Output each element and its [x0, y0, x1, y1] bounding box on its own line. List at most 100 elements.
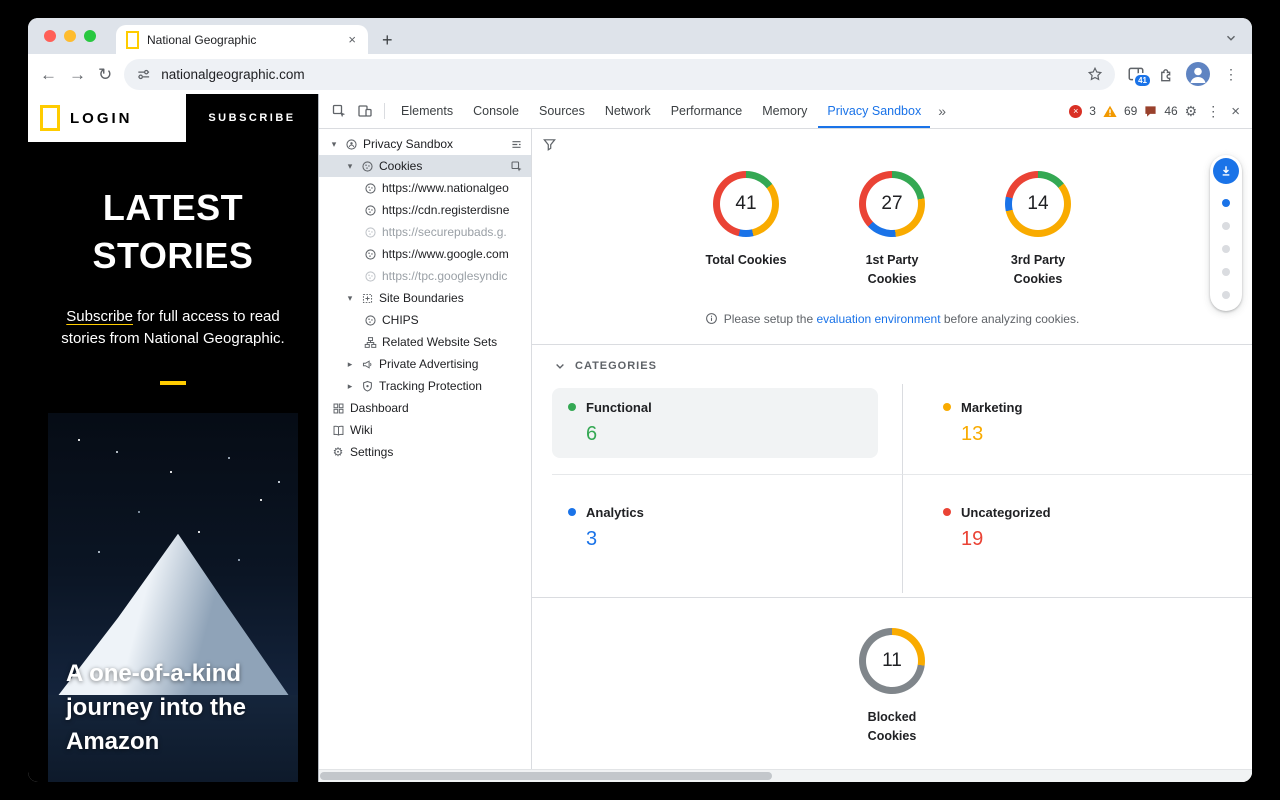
tree-item-settings[interactable]: ⚙ Settings — [319, 441, 531, 463]
category-count: 19 — [961, 528, 1212, 551]
tree-item-tracking-protection[interactable]: ▸ Tracking Protection — [319, 375, 531, 397]
nav-dot[interactable] — [1222, 222, 1230, 230]
dashboard-grid-icon — [331, 401, 345, 415]
tree-item-origin-google[interactable]: https://www.google.com — [319, 243, 531, 265]
tree-item-dashboard[interactable]: Dashboard — [319, 397, 531, 419]
nav-dot-active[interactable] — [1222, 199, 1230, 207]
caret-down-icon[interactable]: ▾ — [345, 293, 355, 304]
side-panel-icon[interactable]: 41 — [1127, 65, 1145, 83]
devtools-status-group: × 3 69 46 ⚙ ⋮ × — [1069, 103, 1244, 120]
related-website-sets-icon — [363, 335, 377, 349]
hero-caption: A one-of-a-kind journey into the Amazon — [66, 657, 246, 759]
back-icon[interactable]: ← — [40, 66, 57, 83]
category-marketing[interactable]: Marketing 13 — [927, 388, 1228, 458]
collapse-sidebar-icon[interactable] — [510, 138, 523, 151]
issue-count[interactable]: 46 — [1164, 104, 1177, 118]
devtools-close-icon[interactable]: × — [1229, 103, 1242, 120]
category-functional[interactable]: Functional 6 — [552, 388, 878, 458]
category-analytics[interactable]: Analytics 3 — [552, 493, 878, 563]
login-button[interactable]: LOGIN — [70, 110, 133, 127]
extensions-puzzle-icon[interactable] — [1157, 66, 1174, 83]
evaluation-environment-link[interactable]: evaluation environment — [816, 312, 940, 326]
tree-item-chips[interactable]: CHIPS — [319, 309, 531, 331]
natgeo-logo-icon[interactable] — [40, 105, 60, 131]
new-tab-button[interactable]: + — [382, 31, 393, 49]
warning-count[interactable]: 69 — [1124, 104, 1137, 118]
functional-dot-icon — [568, 403, 576, 411]
caret-down-icon[interactable]: ▾ — [329, 139, 339, 150]
browser-tab[interactable]: National Geographic × — [116, 25, 368, 54]
close-window-button[interactable] — [44, 30, 56, 42]
tree-item-origin-registerdisney[interactable]: https://cdn.registerdisne — [319, 199, 531, 221]
analytics-dot-icon — [568, 508, 576, 516]
tab-performance[interactable]: Performance — [662, 94, 752, 128]
cookie-icon — [363, 203, 377, 217]
nav-dot[interactable] — [1222, 268, 1230, 276]
tab-console[interactable]: Console — [464, 94, 528, 128]
reload-icon[interactable]: ↻ — [98, 66, 112, 83]
download-button[interactable] — [1213, 158, 1239, 184]
profile-avatar[interactable] — [1186, 62, 1210, 86]
tab-elements[interactable]: Elements — [392, 94, 462, 128]
tab-search-chevron-icon[interactable] — [1224, 31, 1238, 45]
tab-privacy-sandbox[interactable]: Privacy Sandbox — [818, 94, 930, 128]
tree-item-site-boundaries[interactable]: ▾ Site Boundaries — [319, 287, 531, 309]
bookmark-star-icon[interactable] — [1087, 66, 1103, 82]
tab-network[interactable]: Network — [596, 94, 660, 128]
tree-item-cookies[interactable]: ▾ Cookies — [319, 155, 531, 177]
tree-label: Settings — [350, 445, 527, 459]
subscribe-link[interactable]: Subscribe — [66, 308, 133, 325]
error-count[interactable]: 3 — [1089, 104, 1096, 118]
category-uncategorized[interactable]: Uncategorized 19 — [927, 493, 1228, 563]
more-tabs-icon[interactable]: » — [932, 103, 952, 119]
tracking-protection-icon — [360, 379, 374, 393]
caret-down-icon[interactable]: ▾ — [345, 161, 355, 172]
blocked-cookies-value: 11 — [866, 635, 918, 687]
site-settings-icon[interactable] — [136, 67, 151, 82]
browser-menu-kebab-icon[interactable]: ⋮ — [1222, 66, 1240, 83]
maximize-window-button[interactable] — [84, 30, 96, 42]
filter-funnel-icon[interactable] — [542, 137, 557, 157]
tree-item-origin-nationalgeographic[interactable]: https://www.nationalgeo — [319, 177, 531, 199]
tree-label: Privacy Sandbox — [363, 137, 505, 151]
tree-item-origin-securepubads[interactable]: https://securepubads.g. — [319, 221, 531, 243]
category-count: 3 — [586, 528, 862, 551]
tab-memory[interactable]: Memory — [753, 94, 816, 128]
issues-icon[interactable] — [1144, 105, 1157, 118]
tree-item-related-website-sets[interactable]: Related Website Sets — [319, 331, 531, 353]
nav-dot[interactable] — [1222, 291, 1230, 299]
tree-item-privacy-sandbox[interactable]: ▾ Privacy Sandbox — [319, 133, 531, 155]
devtools-menu-kebab-icon[interactable]: ⋮ — [1204, 103, 1222, 120]
scrollbar-thumb[interactable] — [320, 772, 772, 780]
tree-item-private-advertising[interactable]: ▸ Private Advertising — [319, 353, 531, 375]
categories-title: CATEGORIES — [575, 360, 657, 372]
caret-right-icon[interactable]: ▸ — [345, 381, 355, 392]
device-toolbar-icon[interactable] — [353, 99, 377, 123]
yellow-divider — [160, 381, 186, 385]
url-bar[interactable]: nationalgeographic.com — [124, 59, 1115, 90]
categories-header[interactable]: CATEGORIES — [532, 345, 1252, 372]
inspect-element-icon[interactable] — [327, 99, 351, 123]
warning-icon[interactable] — [1103, 105, 1117, 118]
hero-caption-line1: A one-of-a-kind — [66, 657, 246, 691]
tree-item-wiki[interactable]: Wiki — [319, 419, 531, 441]
error-icon[interactable]: × — [1069, 105, 1082, 118]
tree-item-origin-googlesyndication[interactable]: https://tpc.googlesyndic — [319, 265, 531, 287]
caret-right-icon[interactable]: ▸ — [345, 359, 355, 370]
nav-dot[interactable] — [1222, 245, 1230, 253]
forward-icon[interactable]: → — [69, 66, 86, 83]
cookie-icon — [363, 181, 377, 195]
inspect-cookies-icon[interactable] — [510, 160, 523, 173]
hero-image[interactable]: A one-of-a-kind journey into the Amazon — [48, 413, 298, 782]
browser-window: National Geographic × + ← → ↻ nationalge… — [28, 18, 1252, 782]
cookie-icon — [363, 313, 377, 327]
subscribe-button[interactable]: SUBSCRIBE — [186, 94, 318, 142]
stars-decoration — [78, 439, 80, 441]
devtools-settings-gear-icon[interactable]: ⚙ — [1185, 103, 1198, 120]
tab-sources[interactable]: Sources — [530, 94, 594, 128]
blocked-cookies-ring: 11 — [859, 628, 925, 694]
tab-close-icon[interactable]: × — [346, 32, 358, 47]
horizontal-scrollbar[interactable] — [319, 769, 1252, 782]
minimize-window-button[interactable] — [64, 30, 76, 42]
url-text[interactable]: nationalgeographic.com — [161, 67, 1077, 82]
